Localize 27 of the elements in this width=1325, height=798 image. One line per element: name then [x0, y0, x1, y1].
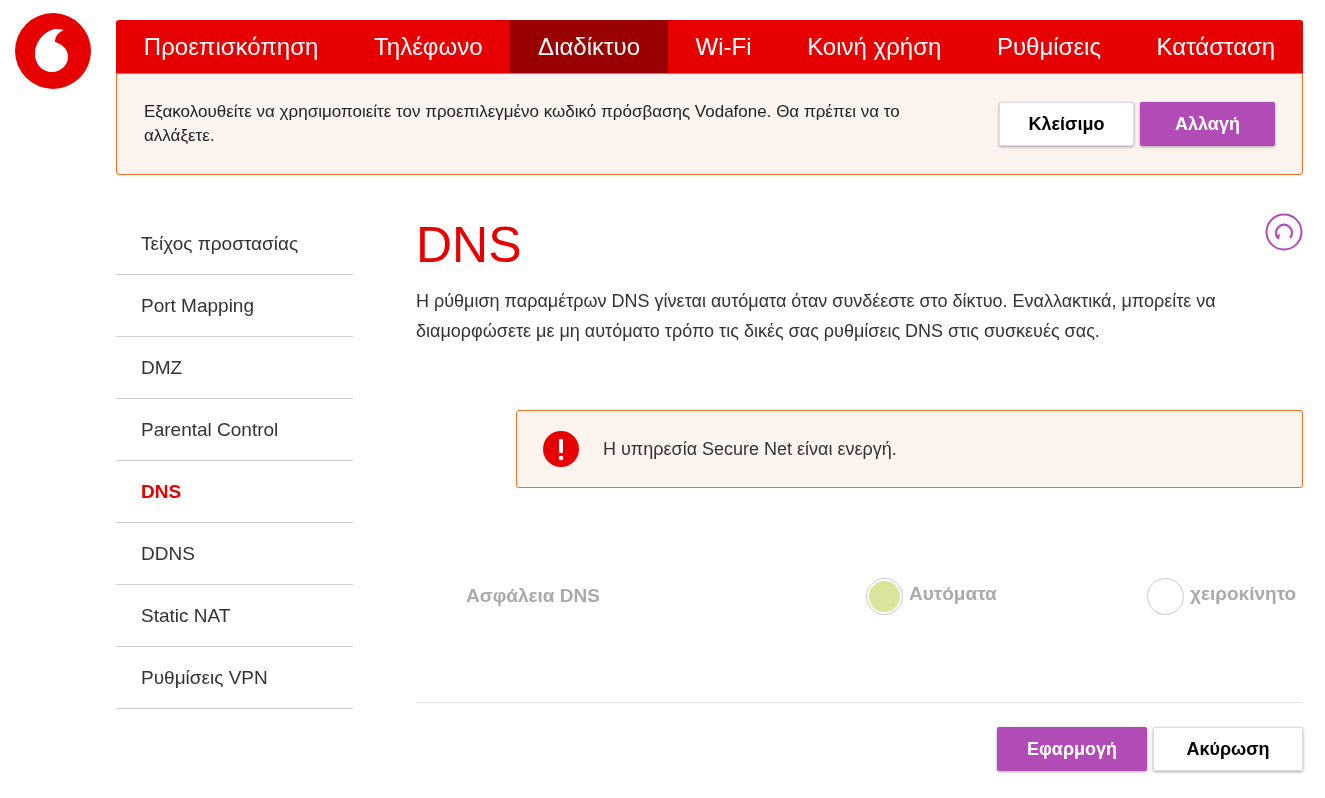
setting-label: Ασφάλεια DNS — [466, 583, 601, 608]
sidebar-item[interactable]: Parental Control — [116, 399, 353, 461]
sidebar-item[interactable]: DMZ — [116, 337, 353, 399]
page-title: DNS — [416, 216, 522, 275]
sidebar-item[interactable]: DDNS — [116, 523, 353, 585]
logo-icon — [15, 13, 91, 89]
action-button[interactable]: Εφαρμογή — [997, 727, 1147, 771]
nav-tab[interactable]: Ρυθμίσεις — [969, 20, 1129, 73]
sidebar-item[interactable]: Τείχος προστασίας — [116, 213, 353, 275]
sidebar-item[interactable]: Ρυθμίσεις VPN — [116, 647, 353, 709]
nav-tab[interactable]: Wi-Fi — [667, 20, 780, 73]
nav-tab[interactable]: Κατάσταση — [1128, 20, 1303, 73]
alert-text: Η υπηρεσία Secure Net είναι ενεργή. — [603, 437, 897, 461]
banner-button[interactable]: Αλλαγή — [1140, 102, 1275, 146]
nav-tab[interactable]: Τηλέφωνο — [346, 20, 511, 73]
nav-tab[interactable]: Κοινή χρήση — [779, 20, 970, 73]
alert-icon — [543, 431, 579, 467]
sidebar-item[interactable]: Static NAT — [116, 585, 353, 647]
nav-tab[interactable]: Προεπισκόπηση — [116, 20, 347, 73]
description-text: Η ρύθμιση παραμέτρων DNS γίνεται αυτόματα όταν συνδέεστε στο δίκτυο. Εναλλακτικά, μπορείτε να διαμορφώσετε με μη αυτόματο τρόπο τις δικές σας ρυθμίσεις DNS στις συσκευές σας. — [416, 290, 1217, 343]
notice-text: Εξακολουθείτε να χρησιμοποιείτε τον προεπιλεγμένο κωδικό πρόσβασης Vodafone. Θα πρέπει να το αλλάξετε. — [144, 101, 901, 147]
refresh-icon[interactable] — [1265, 213, 1303, 251]
banner-button[interactable]: Κλείσιμο — [999, 102, 1134, 146]
action-button[interactable]: Ακύρωση — [1153, 727, 1303, 771]
sidebar-item[interactable]: Port Mapping — [116, 275, 353, 337]
sidebar-item[interactable]: DNS — [116, 461, 353, 523]
nav-tab[interactable]: Διαδίκτυο — [510, 20, 668, 73]
